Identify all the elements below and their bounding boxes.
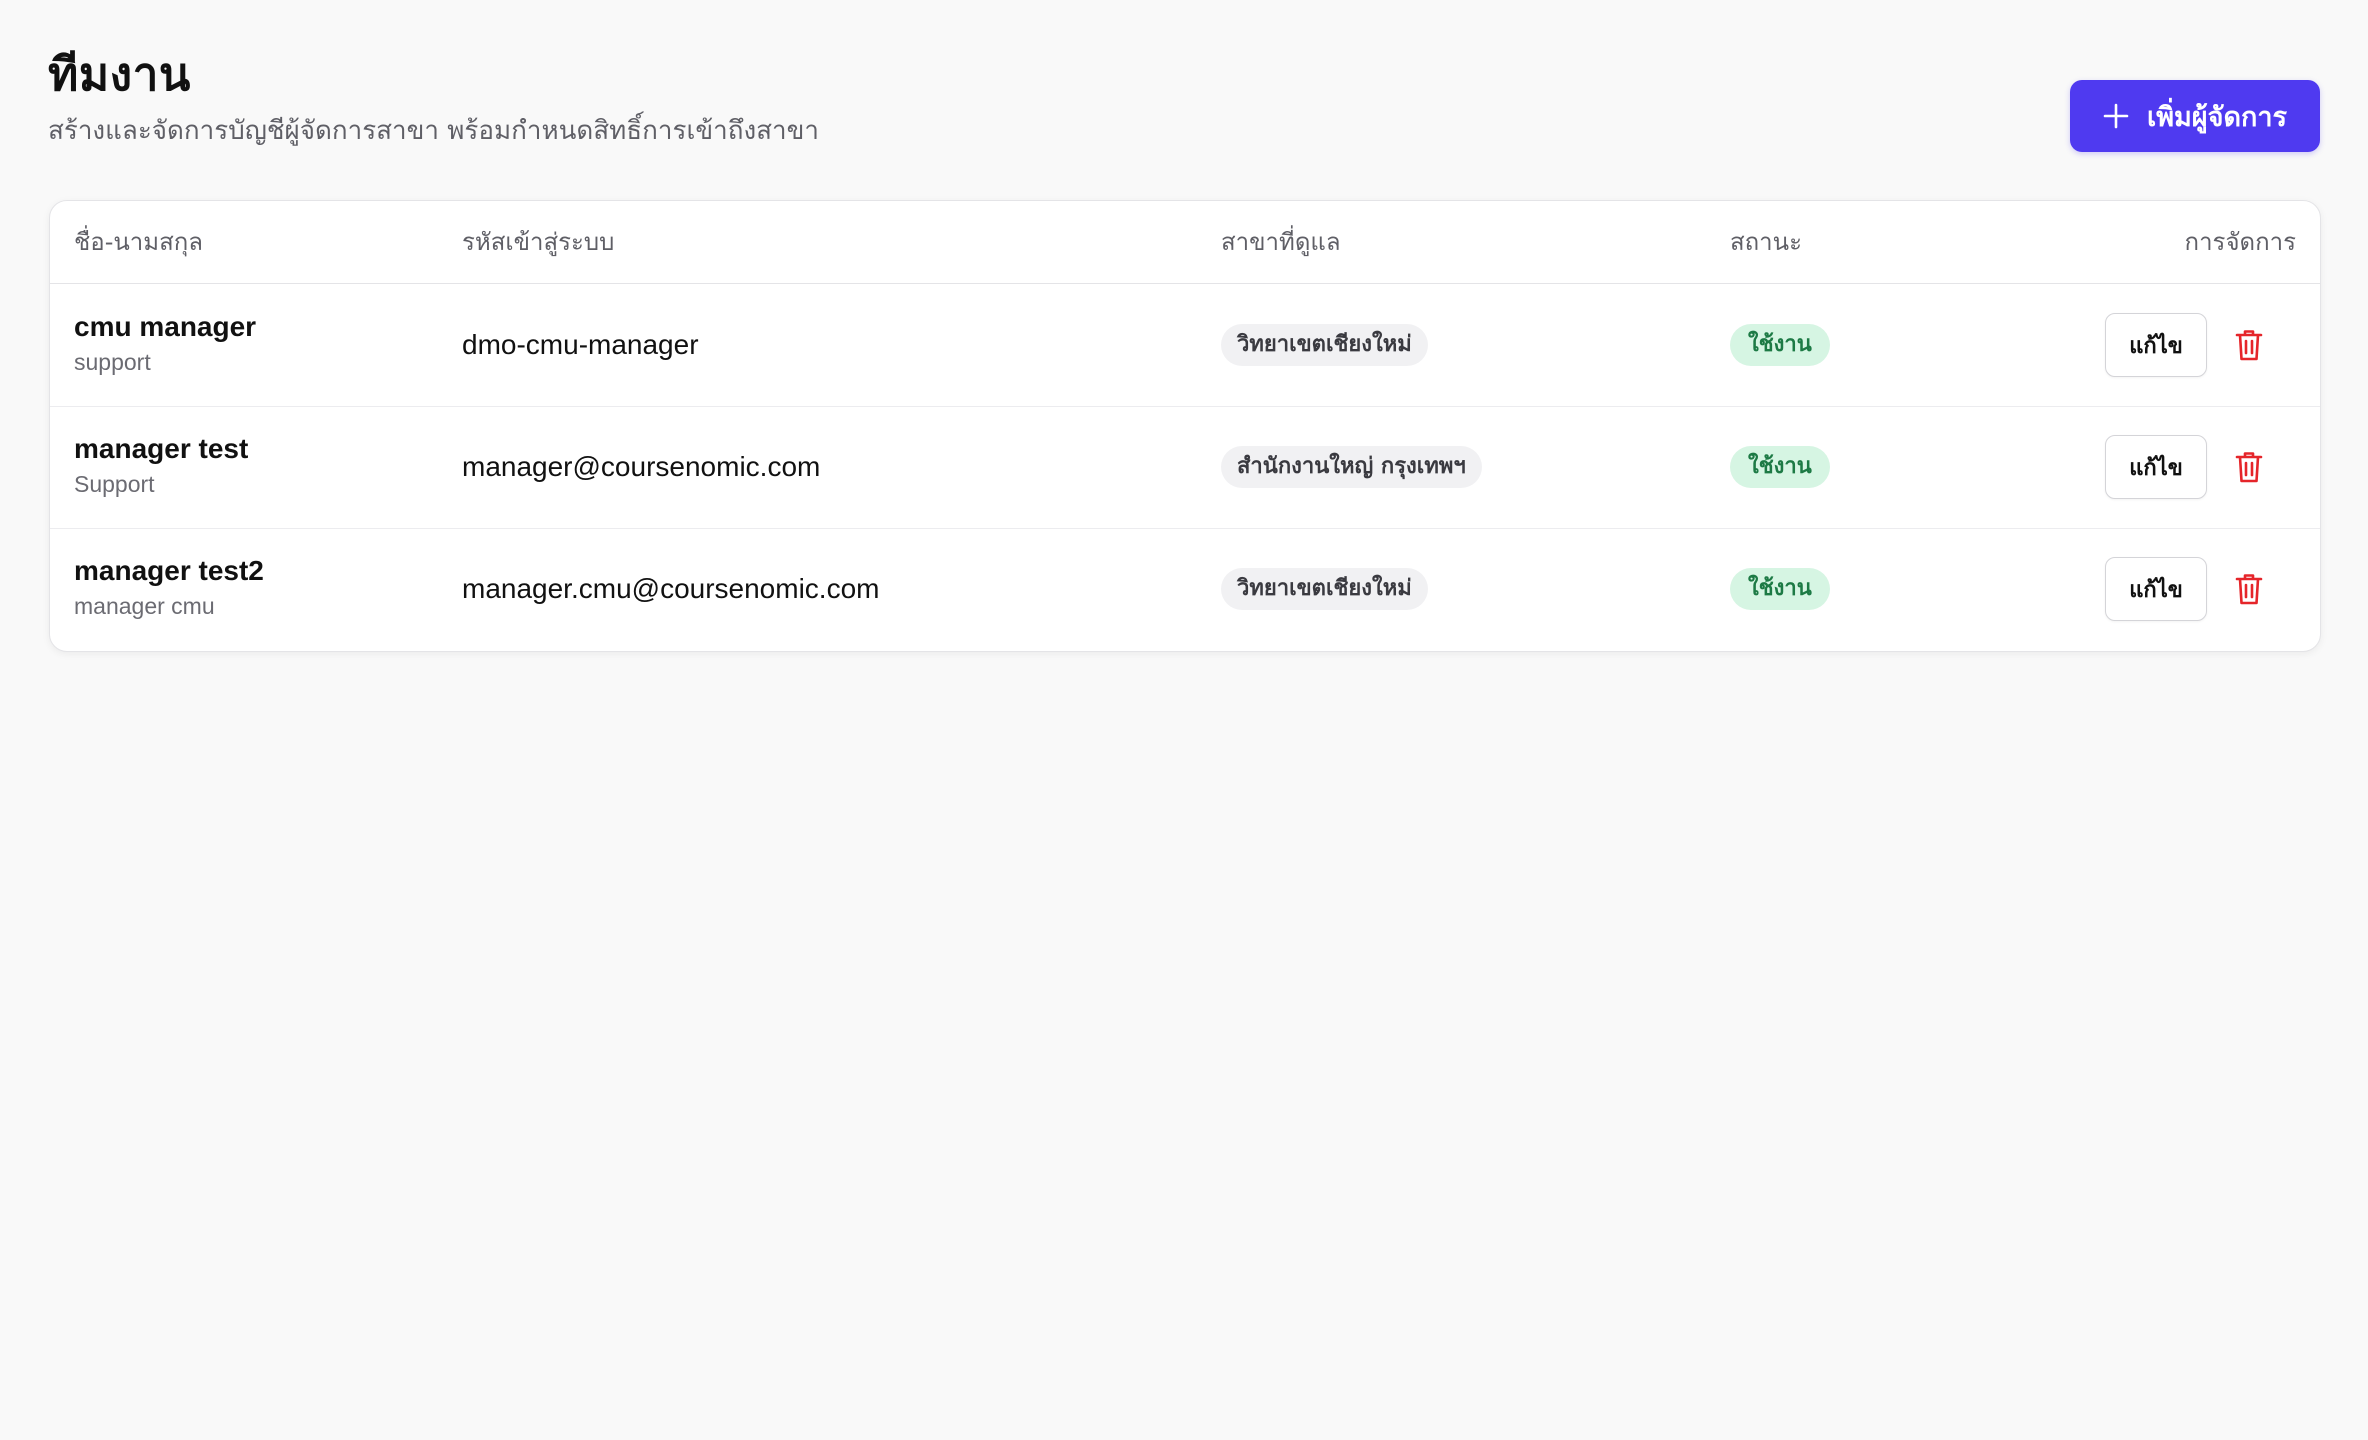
edit-button[interactable]: แก้ไข <box>2105 557 2207 621</box>
column-header-login: รหัสเข้าสู่ระบบ <box>462 228 615 256</box>
edit-button[interactable]: แก้ไข <box>2105 313 2207 377</box>
trash-icon <box>2234 328 2264 362</box>
manager-name: manager test2 <box>74 555 264 586</box>
trash-icon <box>2234 450 2264 484</box>
page-title: ทีมงาน <box>48 47 191 101</box>
login-id: dmo-cmu-manager <box>462 329 699 360</box>
delete-button[interactable] <box>2227 323 2271 367</box>
status-badge: ใช้งาน <box>1730 324 1830 366</box>
status-badge: ใช้งาน <box>1730 446 1830 488</box>
managers-table: ชื่อ-นามสกุล รหัสเข้าสู่ระบบ สาขาที่ดูแล… <box>49 200 2321 652</box>
table-row: cmu manager support dmo-cmu-manager วิทย… <box>50 284 2320 407</box>
plus-icon <box>2103 103 2129 129</box>
edit-button[interactable]: แก้ไข <box>2105 435 2207 499</box>
delete-button[interactable] <box>2227 567 2271 611</box>
manager-name: cmu manager <box>74 311 257 342</box>
branch-badge: สำนักงานใหญ่ กรุงเทพฯ <box>1221 446 1482 488</box>
add-manager-button-label: เพิ่มผู้จัดการ <box>2146 101 2287 133</box>
manager-role: Support <box>74 471 155 497</box>
trash-icon <box>2234 572 2264 606</box>
table-row: manager test Support manager@coursenomic… <box>50 406 2320 529</box>
delete-button[interactable] <box>2227 445 2271 489</box>
login-id: manager.cmu@coursenomic.com <box>462 573 880 604</box>
name-cell: manager test2 manager cmu <box>74 554 264 622</box>
column-header-branch: สาขาที่ดูแล <box>1221 228 1341 256</box>
table-header: ชื่อ-นามสกุล รหัสเข้าสู่ระบบ สาขาที่ดูแล… <box>50 201 2320 284</box>
manager-role: support <box>74 349 151 375</box>
branch-badge: วิทยาเขตเชียงใหม่ <box>1221 568 1428 610</box>
status-badge: ใช้งาน <box>1730 568 1830 610</box>
login-id: manager@coursenomic.com <box>462 451 821 482</box>
add-manager-button[interactable]: เพิ่มผู้จัดการ <box>2070 80 2320 152</box>
column-header-status: สถานะ <box>1730 228 1802 256</box>
manager-name: manager test <box>74 433 249 464</box>
column-header-actions: การจัดการ <box>2184 228 2296 256</box>
manager-role: manager cmu <box>74 593 215 619</box>
page-subtitle: สร้างและจัดการบัญชีผู้จัดการสาขา พร้อมกำ… <box>48 116 819 146</box>
name-cell: cmu manager support <box>74 310 256 378</box>
branch-badge: วิทยาเขตเชียงใหม่ <box>1221 324 1428 366</box>
table-row: manager test2 manager cmu manager.cmu@co… <box>50 528 2320 650</box>
column-header-name: ชื่อ-นามสกุล <box>74 228 203 256</box>
name-cell: manager test Support <box>74 432 248 500</box>
